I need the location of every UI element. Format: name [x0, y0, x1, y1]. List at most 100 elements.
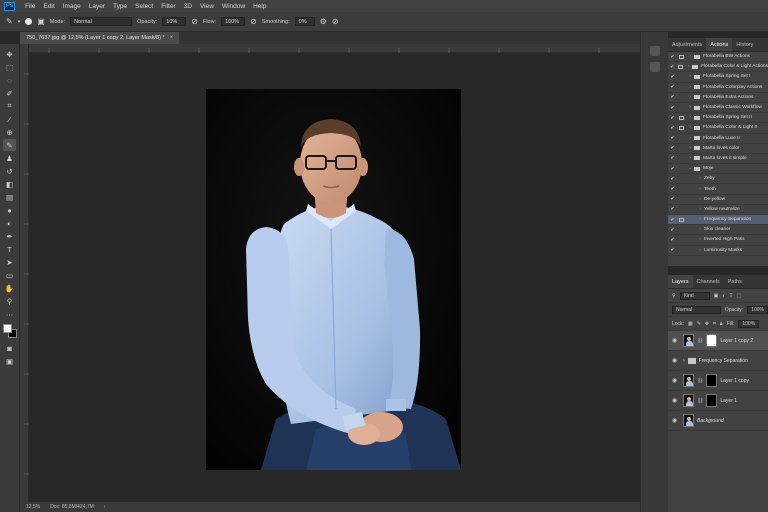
chevron-right-icon[interactable]: ›: [104, 504, 106, 510]
chevron-right-icon[interactable]: ›: [685, 64, 693, 69]
checkmark-icon[interactable]: ✔: [668, 155, 677, 161]
menu-window[interactable]: Window: [218, 3, 249, 10]
chevron-right-icon[interactable]: ›: [696, 237, 704, 242]
hand-tool-icon[interactable]: ✋: [3, 282, 16, 294]
lock-artboard-icon[interactable]: ⌗: [713, 321, 716, 327]
checkmark-icon[interactable]: ✔: [668, 74, 677, 80]
chevron-right-icon[interactable]: ›: [696, 187, 704, 192]
action-row[interactable]: ✔ › Teeth: [668, 184, 768, 195]
eraser-tool-icon[interactable]: ◧: [3, 178, 16, 190]
link-icon[interactable]: ⛓: [697, 398, 703, 404]
menu-layer[interactable]: Layer: [85, 3, 109, 10]
lock-paint-icon[interactable]: ✎: [697, 321, 701, 327]
move-tool-icon[interactable]: ✥: [3, 48, 16, 60]
tab-paths[interactable]: Paths: [724, 275, 746, 288]
adjustment-filter-icon[interactable]: ◐: [722, 293, 725, 299]
screen-mode-icon[interactable]: ▣: [3, 355, 16, 367]
brush-tool-icon[interactable]: ✎: [6, 17, 13, 26]
action-row[interactable]: ✔ › Zeby: [668, 174, 768, 185]
checkmark-icon[interactable]: ✔: [668, 105, 677, 111]
chevron-right-icon[interactable]: ›: [696, 197, 704, 202]
dialog-toggle[interactable]: [677, 54, 686, 59]
brush-tool-icon[interactable]: ✎: [3, 139, 16, 151]
color-swatches[interactable]: [2, 323, 18, 339]
flow-field[interactable]: 100%: [221, 17, 246, 26]
zoom-level[interactable]: 12,5%: [26, 504, 40, 510]
layer-thumbnail[interactable]: [683, 374, 694, 387]
brush-preset-icon[interactable]: [25, 18, 33, 25]
action-set-row[interactable]: ✔ › Florabella Color & Light II: [668, 123, 768, 134]
chevron-right-icon[interactable]: ›: [686, 85, 694, 90]
clone-stamp-tool-icon[interactable]: ♟: [3, 152, 16, 164]
dodge-tool-icon[interactable]: ◐: [3, 217, 16, 229]
checkmark-icon[interactable]: ✔: [668, 125, 677, 131]
type-filter-icon[interactable]: T: [729, 293, 732, 299]
checkmark-icon[interactable]: ✔: [668, 196, 677, 202]
menu-view[interactable]: View: [196, 3, 218, 10]
menu-3d[interactable]: 3D: [180, 3, 196, 10]
action-row[interactable]: ✔ › Yellow neutralize: [668, 205, 768, 215]
action-row[interactable]: ✔ › Luminosity Masks: [668, 246, 768, 256]
blend-mode-select[interactable]: Normal: [672, 305, 721, 314]
tab-history[interactable]: History: [732, 38, 757, 51]
chevron-right-icon[interactable]: ›: [683, 358, 685, 364]
pressure-opacity-icon[interactable]: ⊘: [191, 17, 198, 26]
pen-tool-icon[interactable]: ✒: [3, 230, 16, 242]
quick-mask-icon[interactable]: ◙: [3, 342, 16, 354]
eyedropper-tool-icon[interactable]: ⁄: [3, 113, 16, 125]
smoothing-field[interactable]: 0%: [294, 17, 315, 26]
document-canvas[interactable]: [206, 89, 461, 470]
action-row[interactable]: ✔ › Frequency Separation: [668, 215, 768, 226]
link-icon[interactable]: ⛓: [697, 378, 703, 384]
layer-mask-thumbnail[interactable]: [706, 334, 718, 347]
checkmark-icon[interactable]: ✔: [668, 186, 677, 192]
tab-layers[interactable]: Layers: [668, 275, 693, 288]
checkmark-icon[interactable]: ✔: [668, 217, 677, 223]
checkmark-icon[interactable]: ✔: [668, 206, 677, 212]
layer-thumbnail[interactable]: [683, 414, 694, 427]
lock-pixels-icon[interactable]: ▦: [688, 321, 693, 327]
dialog-toggle[interactable]: [677, 115, 686, 120]
chevron-right-icon[interactable]: ›: [686, 156, 694, 161]
chevron-right-icon[interactable]: ›: [686, 125, 694, 130]
tab-channels[interactable]: Channels: [693, 275, 724, 288]
chevron-right-icon[interactable]: ›: [686, 136, 694, 141]
gear-icon[interactable]: ⚙: [320, 17, 327, 26]
panel-icon-history[interactable]: [650, 46, 660, 56]
visibility-eye-icon[interactable]: ◉: [672, 377, 680, 384]
action-set-row[interactable]: ✔ › Florabella Color & Light Actions: [668, 62, 768, 73]
dialog-toggle[interactable]: [677, 217, 686, 222]
visibility-eye-icon[interactable]: ◉: [672, 337, 680, 344]
action-row[interactable]: ✔ › Inverted High Pass: [668, 235, 768, 246]
chevron-right-icon[interactable]: ›: [686, 95, 694, 100]
layer-mask-thumbnail[interactable]: [706, 374, 718, 387]
blur-tool-icon[interactable]: ●: [3, 204, 16, 216]
canvas-area[interactable]: [29, 53, 640, 502]
airbrush-icon[interactable]: ⊘: [250, 17, 257, 26]
layer-row[interactable]: ◉ ⛓ Layer 1: [668, 391, 768, 411]
document-tab[interactable]: 750_7637.jpg @ 12,5% (Layer 1 copy 2, La…: [20, 32, 180, 44]
path-selection-tool-icon[interactable]: ➤: [3, 256, 16, 268]
action-set-row[interactable]: ✔ › Florabella Luxe II: [668, 134, 768, 144]
action-set-row[interactable]: ✔ › Florabella Classic Workflow: [668, 103, 768, 114]
checkmark-icon[interactable]: ✔: [668, 176, 677, 182]
action-set-row[interactable]: ✔ › Marta loves color: [668, 144, 768, 154]
menu-type[interactable]: Type: [109, 3, 131, 10]
chevron-right-icon[interactable]: ›: [686, 115, 694, 120]
visibility-eye-icon[interactable]: ◉: [672, 397, 680, 404]
checkmark-icon[interactable]: ✔: [668, 84, 677, 90]
action-set-row[interactable]: ✔ › Florabella Spring Set I: [668, 72, 768, 83]
chevron-right-icon[interactable]: ›: [696, 248, 704, 253]
link-icon[interactable]: ⛓: [697, 338, 703, 344]
chevron-right-icon[interactable]: ›: [696, 176, 704, 181]
layer-row[interactable]: ◉ ⛓ Layer 1 copy 2: [668, 331, 768, 351]
action-row[interactable]: ✔ › Skin cleaner: [668, 225, 768, 236]
more-tools-icon[interactable]: ⋯: [3, 308, 16, 320]
action-set-row[interactable]: ✔ › Florabella Spring Set II: [668, 113, 768, 124]
pixel-filter-icon[interactable]: ▣: [714, 293, 719, 299]
layer-opacity-field[interactable]: 100%: [747, 305, 768, 314]
chevron-right-icon[interactable]: ›: [686, 146, 694, 151]
menu-image[interactable]: Image: [59, 3, 85, 10]
gradient-tool-icon[interactable]: ▤: [3, 191, 16, 203]
marquee-tool-icon[interactable]: ⬚: [3, 61, 16, 73]
